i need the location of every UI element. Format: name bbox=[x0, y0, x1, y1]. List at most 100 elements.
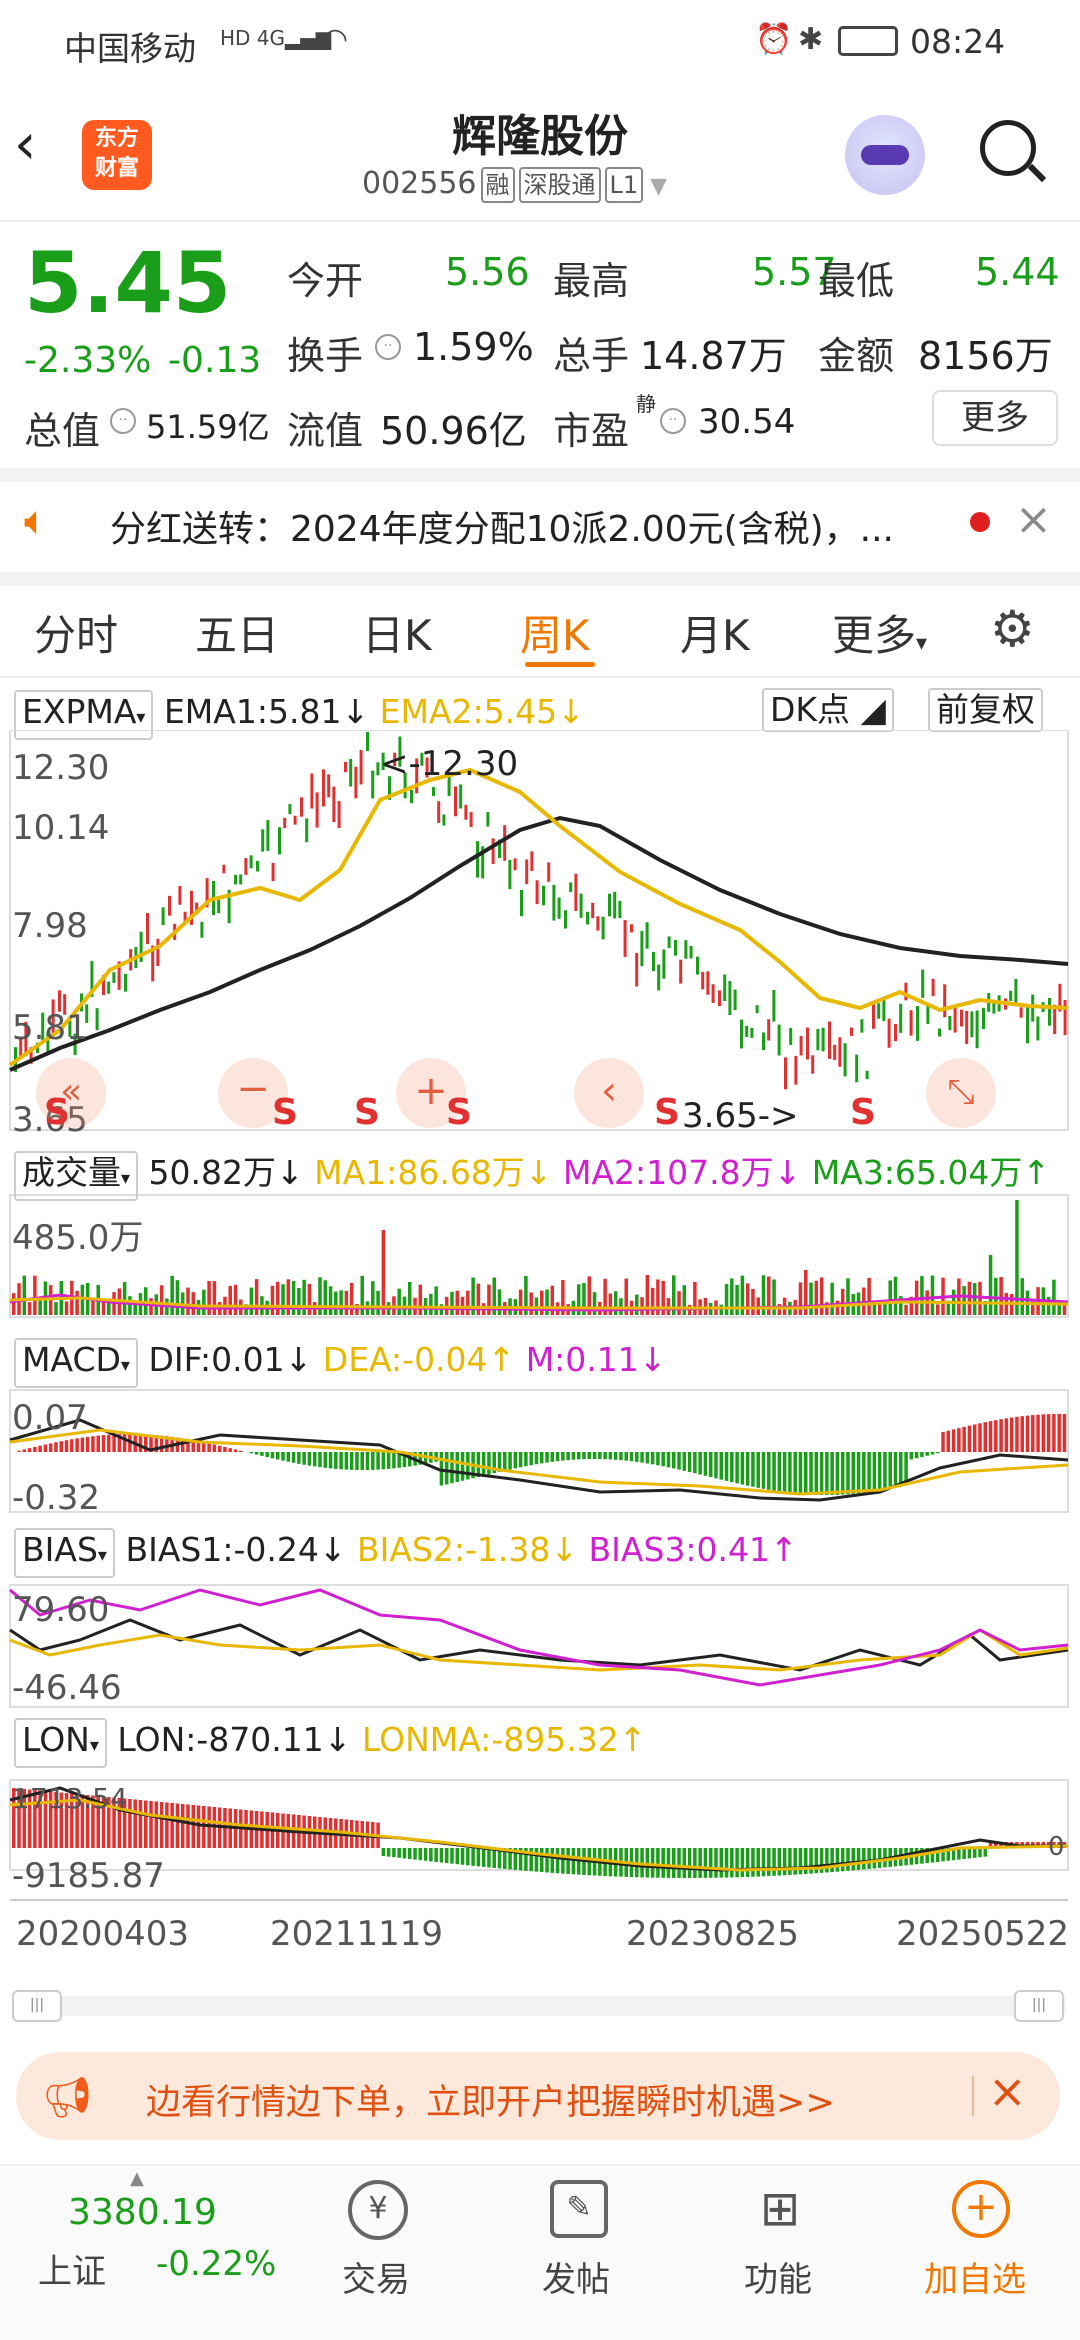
robot-avatar-icon[interactable] bbox=[845, 115, 925, 195]
banner-text[interactable]: 边看行情边下单，立即开户把握瞬时机遇>> bbox=[146, 2074, 835, 2125]
lon-bar bbox=[386, 1848, 391, 1857]
post-icon[interactable]: ✎ bbox=[550, 2180, 608, 2238]
candle bbox=[315, 792, 319, 828]
macd-bar bbox=[650, 1452, 655, 1465]
close-icon[interactable]: × bbox=[988, 2064, 1027, 2118]
tab-intraday[interactable]: 分时 bbox=[34, 602, 118, 663]
macd-bar bbox=[682, 1452, 687, 1471]
macd-bar bbox=[540, 1452, 544, 1464]
lon-bar bbox=[756, 1848, 760, 1877]
macd-bar bbox=[693, 1452, 697, 1474]
macd-bar bbox=[656, 1452, 660, 1466]
y-label: 5.81 bbox=[12, 1008, 88, 1048]
dk-point-button[interactable]: DK点 ◢ bbox=[762, 688, 894, 732]
index-change[interactable]: -0.22% bbox=[156, 2244, 276, 2284]
tab-five-day[interactable]: 五日 bbox=[195, 602, 279, 663]
macd-bar bbox=[1036, 1414, 1040, 1452]
volume-bar bbox=[888, 1280, 892, 1315]
volume-bar bbox=[999, 1276, 1003, 1315]
macd-bar bbox=[202, 1442, 206, 1452]
candle bbox=[789, 1027, 793, 1045]
macd-bar bbox=[228, 1448, 232, 1452]
add-watchlist-icon[interactable]: + bbox=[952, 2180, 1010, 2238]
tab-daily-k[interactable]: 日K bbox=[362, 602, 432, 663]
turnover-value: 1.59% bbox=[413, 325, 534, 369]
macd-bar bbox=[270, 1452, 275, 1459]
macd-bar bbox=[371, 1452, 375, 1470]
macd-dropdown[interactable]: MACD▾ bbox=[14, 1338, 138, 1388]
lon-dropdown[interactable]: LON▾ bbox=[14, 1718, 107, 1768]
close-icon[interactable]: × bbox=[1015, 494, 1052, 545]
volume-bar bbox=[466, 1290, 470, 1315]
nav-functions[interactable]: 功能 bbox=[744, 2252, 812, 2301]
bias-y-top: 79.60 bbox=[12, 1590, 110, 1630]
nav-add-watchlist[interactable]: 加自选 bbox=[924, 2252, 1026, 2301]
trade-icon[interactable]: ¥ bbox=[348, 2180, 408, 2240]
candle bbox=[1019, 1007, 1023, 1018]
tab-monthly-k[interactable]: 月K bbox=[680, 602, 750, 663]
dividend-notice[interactable]: 分红送转：2024年度分配10派2.00元(含税)，... bbox=[110, 500, 940, 552]
volume-bar bbox=[835, 1300, 840, 1315]
expand-arrow-icon[interactable]: ▲ bbox=[130, 2168, 144, 2189]
nav-trade[interactable]: 交易 bbox=[342, 2252, 410, 2301]
macd-bar bbox=[38, 1445, 42, 1452]
nav-post[interactable]: 发帖 bbox=[542, 2252, 610, 2301]
macd-bar bbox=[376, 1452, 380, 1470]
lon-bar bbox=[450, 1848, 454, 1864]
gear-icon[interactable]: ⚙ bbox=[990, 600, 1035, 658]
candle bbox=[293, 815, 297, 825]
volume-dropdown[interactable]: 成交量▾ bbox=[14, 1151, 139, 1201]
volume-bar bbox=[302, 1279, 306, 1315]
tab-weekly-k[interactable]: 周K bbox=[520, 602, 590, 663]
info-icon[interactable]: ·· bbox=[110, 408, 136, 434]
volume-bar bbox=[233, 1284, 238, 1315]
index-name[interactable]: 上证 bbox=[38, 2244, 106, 2293]
macd-bar bbox=[33, 1446, 37, 1452]
lon-bar bbox=[471, 1848, 475, 1866]
macd-bar bbox=[561, 1452, 565, 1461]
more-button[interactable]: 更多 bbox=[932, 390, 1058, 446]
lon-bar bbox=[180, 1804, 185, 1848]
scroll-handle-left[interactable]: ||| bbox=[12, 1990, 62, 2022]
bias-dropdown[interactable]: BIAS▾ bbox=[14, 1528, 115, 1578]
scroll-left-icon[interactable]: ‹ bbox=[574, 1058, 644, 1128]
info-icon[interactable]: ·· bbox=[375, 334, 401, 360]
chart-scrollbar[interactable] bbox=[12, 1996, 1066, 2016]
expand-icon[interactable]: ⤡ bbox=[926, 1058, 996, 1128]
macd-bar bbox=[899, 1452, 903, 1487]
candle bbox=[486, 812, 490, 827]
info-icon[interactable]: ·· bbox=[660, 408, 686, 434]
volume-y-top: 485.0万 bbox=[12, 1218, 144, 1258]
macd-bar bbox=[444, 1452, 449, 1485]
macd-bar bbox=[962, 1426, 966, 1452]
candle bbox=[767, 1019, 771, 1041]
index-value[interactable]: 3380.19 bbox=[68, 2192, 217, 2233]
candle bbox=[530, 851, 534, 872]
volume-bar bbox=[920, 1276, 924, 1315]
volume-ma3: MA3:65.04万↑ bbox=[811, 1153, 1051, 1192]
lon-bar bbox=[846, 1848, 850, 1871]
volume-bar bbox=[930, 1275, 935, 1315]
candle bbox=[371, 770, 375, 799]
lon-bar bbox=[202, 1806, 206, 1848]
macd-bar bbox=[571, 1452, 576, 1460]
candle bbox=[349, 758, 353, 787]
lon-bar bbox=[128, 1799, 132, 1848]
volume-bar bbox=[159, 1285, 164, 1315]
dea-line bbox=[9, 1428, 1069, 1496]
tab-more[interactable]: 更多▾ bbox=[832, 602, 927, 663]
macd-bar bbox=[307, 1452, 312, 1466]
alarm-icon: ⏰ bbox=[755, 22, 793, 57]
macd-bar bbox=[1031, 1415, 1035, 1452]
scroll-handle-right[interactable]: ||| bbox=[1014, 1990, 1064, 2022]
volume-bar bbox=[867, 1277, 871, 1315]
macd-bar bbox=[756, 1452, 760, 1488]
lon-bar bbox=[983, 1848, 988, 1857]
adjust-button[interactable]: 前复权 bbox=[928, 688, 1043, 732]
functions-icon[interactable]: ⊞ bbox=[750, 2180, 810, 2240]
lon-bar bbox=[719, 1848, 724, 1878]
candle bbox=[887, 1018, 891, 1048]
macd-bar bbox=[909, 1452, 914, 1460]
volume-bar bbox=[994, 1277, 998, 1315]
macd-bar bbox=[809, 1452, 813, 1495]
